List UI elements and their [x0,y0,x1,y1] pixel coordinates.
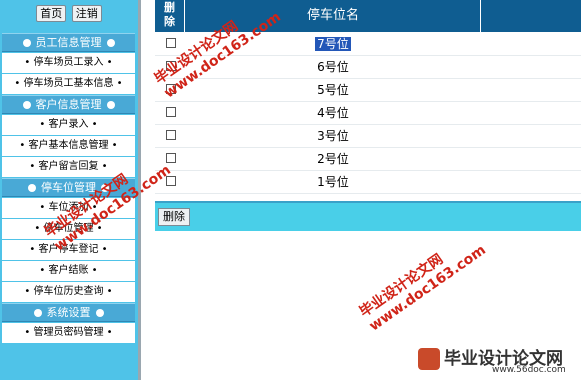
table-row: 3号位 [155,125,581,148]
sidebar-item-customer-info[interactable]: • 客户基本信息管理 • [2,136,135,156]
action-bar: 删除 [155,201,581,231]
delete-checkbox[interactable] [166,153,176,163]
delete-button[interactable]: 删除 [158,208,190,226]
table-row: 5号位 [155,79,581,102]
sidebar-item-admin-password[interactable]: • 管理员密码管理 • [2,323,135,343]
space-name-cell: 4号位 [317,106,349,120]
space-name-cell: 2号位 [317,152,349,166]
bullet-icon [28,184,36,192]
logo-icon [418,348,440,370]
table-row: 2号位 [155,148,581,171]
logout-button[interactable]: 注销 [71,5,102,22]
bullet-icon [106,101,115,109]
table-row: 1号位 [155,171,581,194]
space-name-cell: 3号位 [317,129,349,143]
sidebar-item-customer-entry[interactable]: • 客户录入 • [2,115,135,135]
logo-url: www.56doc.com [492,365,566,375]
delete-header-text: 删除 [164,1,175,28]
space-name: 7号位 [315,37,351,51]
site-logo: 毕业设计论文网 www.56doc.com [412,342,581,380]
bullet-icon [106,39,115,47]
space-name-cell: 5号位 [317,83,349,97]
home-button[interactable]: 首页 [36,5,67,22]
delete-checkbox[interactable] [166,107,176,117]
sidebar-item-checkout[interactable]: • 客户结账 • [2,261,135,281]
section-title: 系统设置 [46,306,91,319]
sidebar-item-history[interactable]: • 停车位历史查询 • [2,282,135,302]
top-buttons: 首页 注销 [0,5,138,22]
delete-checkbox[interactable] [166,38,176,48]
table-row: 4号位 [155,102,581,125]
section-header-settings[interactable]: 系统设置 [2,303,135,322]
bullet-icon [22,101,31,109]
space-name-cell: 1号位 [317,175,349,189]
section-header-customer[interactable]: 客户信息管理 [2,95,135,114]
section-title: 员工信息管理 [35,36,102,49]
sidebar-item-staff-info[interactable]: • 停车场员工基本信息 • [2,74,135,94]
delete-checkbox[interactable] [166,130,176,140]
bullet-icon [95,309,104,317]
section-header-staff[interactable]: 员工信息管理 [2,33,135,52]
column-header-delete: 删除 [155,0,185,32]
section-title: 客户信息管理 [35,98,102,111]
bullet-icon [22,39,31,47]
bullet-icon [33,309,42,317]
sidebar-item-staff-entry[interactable]: • 停车场员工录入 • [2,53,135,73]
